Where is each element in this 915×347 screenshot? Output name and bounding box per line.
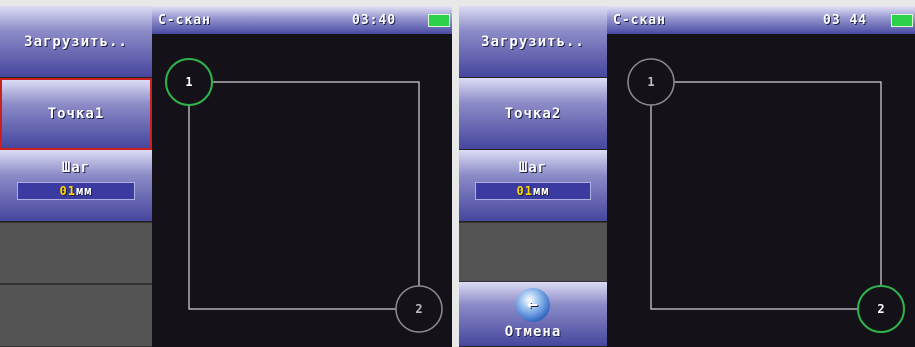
status-bar: С-скан 03:40	[152, 6, 452, 34]
scan-area: 1 2	[152, 34, 452, 347]
point-button[interactable]: Точка1	[0, 78, 152, 150]
scan-rectangle	[650, 81, 882, 310]
device-screen-1: Загрузить.. Точка1 Шаг 01 мм С-скан 03:40…	[0, 6, 452, 347]
load-button[interactable]: Загрузить..	[0, 6, 152, 78]
empty-softkey	[0, 284, 152, 347]
point-1-label: 1	[647, 75, 654, 89]
battery-icon	[891, 14, 913, 27]
load-button[interactable]: Загрузить..	[459, 6, 607, 78]
step-value-unit: мм	[533, 184, 550, 198]
status-bar: С-скан 03 44	[607, 6, 915, 34]
step-value-number: 01	[59, 184, 76, 198]
step-label: Шаг	[61, 160, 91, 176]
point-2-label: 2	[415, 302, 422, 316]
point-2-label: 2	[877, 302, 884, 316]
back-arrow-icon: ←	[516, 288, 550, 322]
empty-softkey	[459, 222, 607, 282]
step-value-field[interactable]: 01 мм	[16, 182, 136, 200]
mode-title: С-скан	[613, 12, 666, 28]
empty-softkey	[0, 222, 152, 284]
point-1-label: 1	[185, 75, 192, 89]
step-value-number: 01	[516, 184, 533, 198]
point-button-label: Точка2	[504, 105, 562, 122]
load-button-label: Загрузить..	[24, 33, 128, 50]
scan-area: 1 2	[607, 34, 915, 347]
clock: 03:40	[352, 12, 397, 28]
step-value-unit: мм	[75, 184, 93, 198]
clock: 03 44	[823, 12, 868, 28]
scan-rectangle	[188, 81, 420, 310]
scan-area-svg: 1 2	[165, 58, 443, 333]
device-screen-2: Загрузить.. Точка2 Шаг 01 мм ← Отмена С-с…	[459, 6, 915, 347]
sidebar: Загрузить.. Точка1 Шаг 01 мм	[0, 6, 152, 347]
mode-title: С-скан	[158, 12, 211, 28]
step-label: Шаг	[518, 160, 548, 176]
point-button[interactable]: Точка2	[459, 78, 607, 150]
step-button[interactable]: Шаг 01 мм	[0, 150, 152, 222]
cancel-button-label: Отмена	[504, 324, 562, 340]
battery-icon	[428, 14, 450, 27]
step-button[interactable]: Шаг 01 мм	[459, 150, 607, 222]
sidebar: Загрузить.. Точка2 Шаг 01 мм ← Отмена	[459, 6, 607, 347]
scan-area-svg: 1 2	[627, 58, 905, 333]
load-button-label: Загрузить..	[481, 33, 585, 50]
point-button-label: Точка1	[47, 106, 105, 122]
step-value-field[interactable]: 01 мм	[475, 182, 591, 200]
cancel-button[interactable]: ← Отмена	[459, 282, 607, 347]
